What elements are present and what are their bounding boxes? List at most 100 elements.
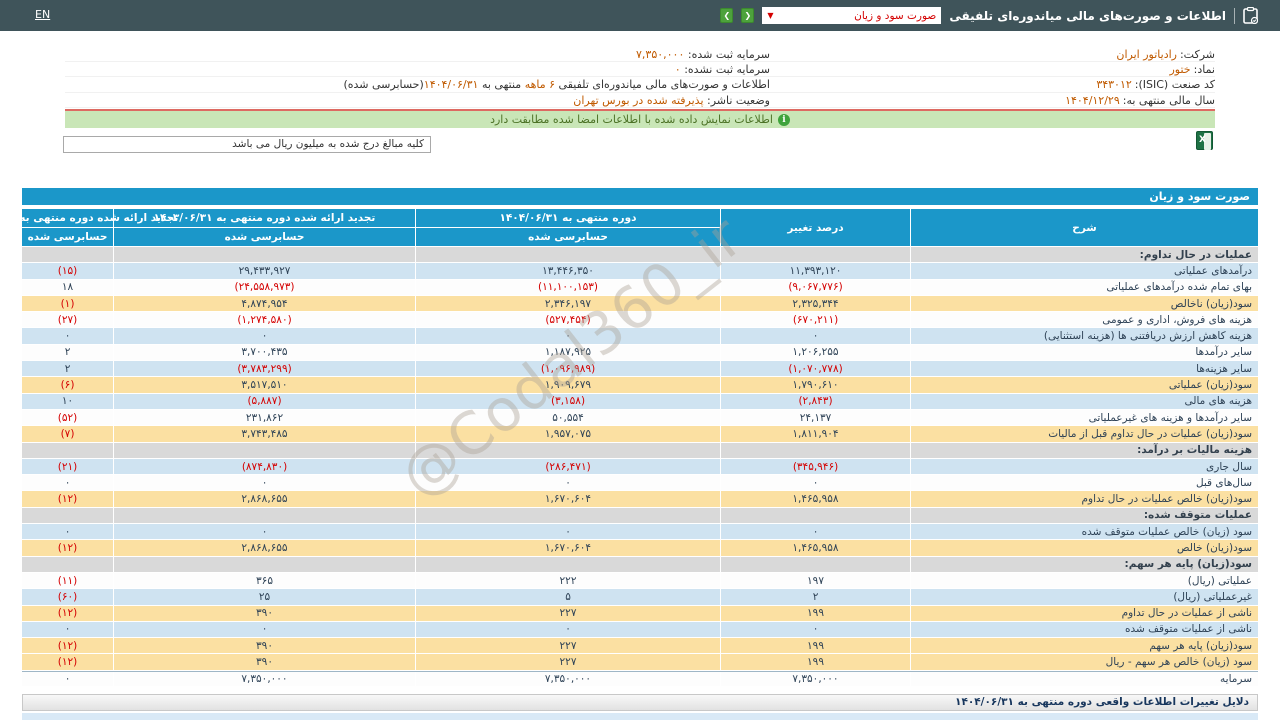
company-info-right-column: شرکت:رادیاتور ایراننماد:ختورکد صنعت (ISI… xyxy=(770,47,1215,108)
value-restated-yearend: ۳۹۰ xyxy=(114,606,415,621)
value-current-period: (۳۴۵,۹۴۶) xyxy=(721,459,910,474)
table-row: سرمایه۷,۳۵۰,۰۰۰۷,۳۵۰,۰۰۰۷,۳۵۰,۰۰۰۰ xyxy=(22,671,1258,686)
value-current-period: ۲,۳۲۵,۳۴۴ xyxy=(721,296,910,311)
value-restated-midyear: ۰ xyxy=(416,524,720,539)
empty-cell xyxy=(114,557,415,572)
empty-cell xyxy=(721,247,910,262)
excel-export-icon[interactable]: X xyxy=(1196,131,1213,150)
table-row: سود(زیان) خالص۱,۴۶۵,۹۵۸۱,۶۷۰,۶۰۴۲,۸۶۸,۶۵… xyxy=(22,540,1258,555)
value-restated-yearend: ۷,۳۵۰,۰۰۰ xyxy=(114,672,415,686)
row-label: سود(زیان) پایه هر سهم xyxy=(911,638,1258,653)
table-row: سود(زیان) پایه هر سهم۱۹۹۲۲۷۳۹۰(۱۲) xyxy=(22,638,1258,653)
value-percent-change: (۱۲) xyxy=(22,638,113,653)
empty-cell xyxy=(416,247,720,262)
table-row: هزینه کاهش ارزش دریافتنی ها (هزینه استثن… xyxy=(22,328,1258,343)
value-current-period: ۲ xyxy=(721,589,910,604)
value-percent-change: (۶) xyxy=(22,377,113,392)
value-percent-change: (۲۷) xyxy=(22,312,113,327)
column-header-current-period: دوره منتهی به ۱۴۰۴/۰۶/۳۱ xyxy=(416,209,720,227)
value-current-period: (۶۷۰,۲۱۱) xyxy=(721,312,910,327)
row-label: هزینه کاهش ارزش دریافتنی ها (هزینه استثن… xyxy=(911,328,1258,343)
value-restated-midyear: (۳,۱۵۸) xyxy=(416,394,720,409)
info-row: کد صنعت (ISIC):۳۴۳۰۱۲ xyxy=(770,77,1215,92)
value-current-period: ۲۴,۱۳۷ xyxy=(721,410,910,425)
row-label: هزینه های مالی xyxy=(911,394,1258,409)
report-type-select[interactable]: صورت سود و زیان ▼ xyxy=(762,7,941,24)
value-restated-midyear: ۰ xyxy=(416,622,720,637)
value-percent-change: ۰ xyxy=(22,524,113,539)
row-label: ناشی از عملیات متوقف شده xyxy=(911,622,1258,637)
value-restated-midyear: (۲۸۶,۴۷۱) xyxy=(416,459,720,474)
value-current-period: ۰ xyxy=(721,622,910,637)
empty-cell xyxy=(114,247,415,262)
value-restated-yearend: (۲۴,۵۵۸,۹۷۳) xyxy=(114,280,415,295)
empty-cell xyxy=(721,557,910,572)
value-percent-change: (۱۲) xyxy=(22,540,113,555)
language-toggle-en[interactable]: EN xyxy=(35,8,50,21)
value-current-period: ۰ xyxy=(721,524,910,539)
section-header-row: هزینه مالیات بر درآمد: xyxy=(22,443,1258,458)
table-row: سود (زیان) خالص هر سهم - ریال۱۹۹۲۲۷۳۹۰(۱… xyxy=(22,654,1258,669)
table-row: درآمدهای عملیاتی۱۱,۳۹۳,۱۲۰۱۳,۴۴۶,۳۵۰۲۹,۴… xyxy=(22,263,1258,278)
row-label: عملیاتی (ریال) xyxy=(911,573,1258,588)
table-row: ناشی از عملیات در حال تداوم۱۹۹۲۲۷۳۹۰(۱۲) xyxy=(22,606,1258,621)
value-percent-change: ۰ xyxy=(22,672,113,686)
value-restated-midyear: (۵۲۷,۴۵۴) xyxy=(416,312,720,327)
value-restated-midyear: ۲۲۷ xyxy=(416,638,720,653)
topbar-divider xyxy=(1234,8,1235,24)
value-restated-yearend: ۰ xyxy=(114,328,415,343)
value-restated-midyear: ۱,۹۵۷,۰۷۵ xyxy=(416,426,720,441)
value-restated-midyear: ۱۳,۴۴۶,۳۵۰ xyxy=(416,263,720,278)
value-current-period: (۲,۸۴۳) xyxy=(721,394,910,409)
value-current-period: ۱,۴۶۵,۹۵۸ xyxy=(721,540,910,555)
column-subheader-audited-2: حسابرسی شده xyxy=(114,228,415,246)
empty-cell xyxy=(721,508,910,523)
income-statement-table: صورت سود و زیان شرح دوره منتهی به ۱۴۰۴/۰… xyxy=(22,188,1258,686)
value-restated-yearend: ۲,۸۶۸,۶۵۵ xyxy=(114,491,415,506)
value-restated-yearend: ۳,۷۰۰,۴۳۵ xyxy=(114,345,415,360)
info-row: سرمایه ثبت نشده: ۰ xyxy=(65,62,770,77)
value-restated-yearend: ۲۳۱,۸۶۲ xyxy=(114,410,415,425)
row-label: سود (زیان) خالص هر سهم - ریال xyxy=(911,654,1258,669)
table-title: صورت سود و زیان xyxy=(22,188,1258,205)
table-row: هزینه های مالی(۲,۸۴۳)(۳,۱۵۸)(۵,۸۸۷)۱۰ xyxy=(22,394,1258,409)
table-row: سود(زیان) خالص عملیات در حال تداوم۱,۴۶۵,… xyxy=(22,491,1258,506)
value-current-period: ۱,۴۶۵,۹۵۸ xyxy=(721,491,910,506)
topbar-right-group: اطلاعات و صورت‌های مالی میاندوره‌ای تلفی… xyxy=(720,0,1258,31)
value-restated-midyear: ۵ xyxy=(416,589,720,604)
value-restated-midyear: ۲۲۷ xyxy=(416,606,720,621)
value-percent-change: (۱) xyxy=(22,296,113,311)
changes-reasons-bar[interactable]: دلایل تغییرات اطلاعات واقعی دوره منتهی ب… xyxy=(22,694,1258,711)
empty-cell xyxy=(114,508,415,523)
value-percent-change: ۱۰ xyxy=(22,394,113,409)
value-percent-change: (۱۵) xyxy=(22,263,113,278)
table-row: هزینه های فروش، اداری و عمومی(۶۷۰,۲۱۱)(۵… xyxy=(22,312,1258,327)
value-percent-change: (۱۲) xyxy=(22,654,113,669)
value-restated-midyear: ۷,۳۵۰,۰۰۰ xyxy=(416,672,720,686)
info-row: سرمایه ثبت شده: ۷,۳۵۰,۰۰۰ xyxy=(65,47,770,62)
empty-cell xyxy=(721,443,910,458)
table-row: سود (زیان) خالص عملیات متوقف شده۰۰۰۰ xyxy=(22,524,1258,539)
value-percent-change: (۱۲) xyxy=(22,606,113,621)
row-label: سود(زیان) خالص xyxy=(911,540,1258,555)
value-restated-midyear: (۱۱,۱۰۰,۱۵۳) xyxy=(416,280,720,295)
table-row: سایر درآمدها۱,۲۰۶,۲۵۵۱,۱۸۷,۹۲۵۳,۷۰۰,۴۳۵۲ xyxy=(22,345,1258,360)
next-report-button[interactable]: ❮ xyxy=(741,8,754,23)
info-row: وضعیت ناشر: پذیرفته شده در بورس تهران xyxy=(65,93,770,108)
value-current-period: ۷,۳۵۰,۰۰۰ xyxy=(721,672,910,686)
info-row: شرکت:رادیاتور ایران xyxy=(770,47,1215,62)
value-restated-midyear: ۲۲۲ xyxy=(416,573,720,588)
value-percent-change: (۱۲) xyxy=(22,491,113,506)
value-restated-midyear: ۱,۶۷۰,۶۰۴ xyxy=(416,491,720,506)
value-percent-change: (۵۲) xyxy=(22,410,113,425)
empty-cell xyxy=(22,247,113,262)
value-current-period: ۱,۷۹۰,۶۱۰ xyxy=(721,377,910,392)
info-row: اطلاعات و صورت‌های مالی میاندوره‌ای تلفی… xyxy=(65,77,770,92)
value-current-period: ۱۱,۳۹۳,۱۲۰ xyxy=(721,263,910,278)
value-restated-midyear: ۰ xyxy=(416,475,720,490)
row-label: سود(زیان) ناخالص xyxy=(911,296,1258,311)
row-label: سایر هزینه‌ها xyxy=(911,361,1258,376)
currency-unit-note: کلیه مبالغ درج شده به میلیون ریال می باش… xyxy=(63,136,431,153)
value-current-period: ۰ xyxy=(721,328,910,343)
prev-report-button[interactable]: ❯ xyxy=(720,8,733,23)
